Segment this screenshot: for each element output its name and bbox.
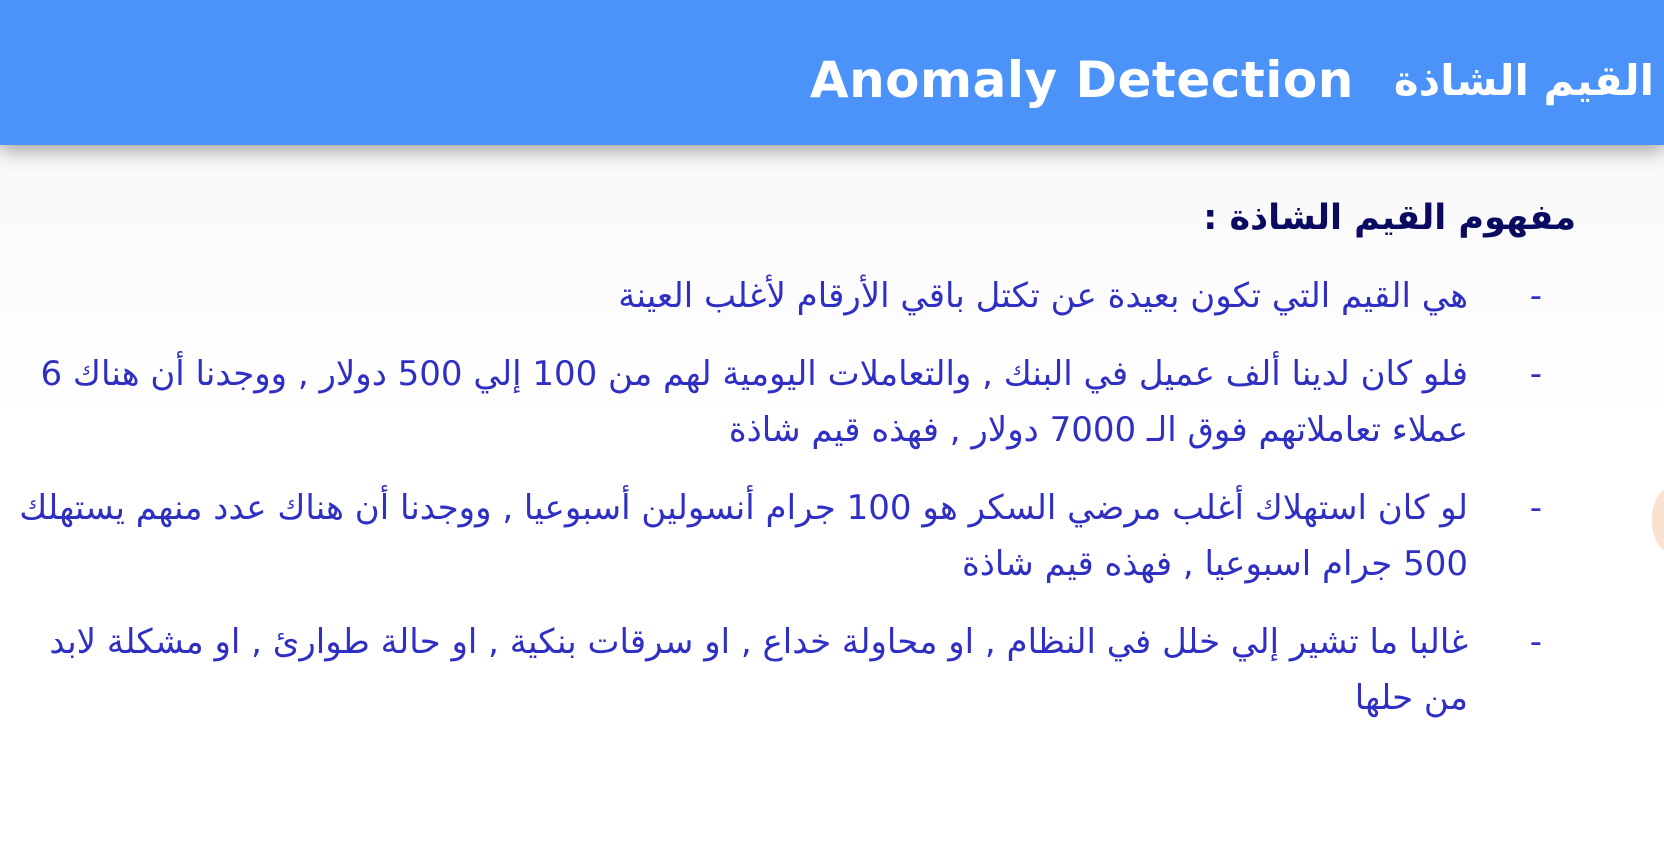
bullet-marker: - <box>1529 276 1542 316</box>
bullet-text: لو كان استهلاك أغلب مرضي السكر هو 100 جر… <box>19 488 1468 584</box>
title-arabic: القيم الشاذة <box>1393 55 1654 105</box>
title-english: Anomaly Detection <box>809 51 1354 109</box>
slide-title: Anomaly Detection القيم الشاذة <box>810 40 1654 120</box>
bullet-text: فلو كان لدينا ألف عميل في البنك , والتعا… <box>40 354 1468 450</box>
bullet-item: - هي القيم التي تكون بعيدة عن تكتل باقي … <box>14 268 1614 324</box>
slide-content: مفهوم القيم الشاذة : - هي القيم التي تكو… <box>14 190 1614 748</box>
bullet-list: - هي القيم التي تكون بعيدة عن تكتل باقي … <box>14 268 1614 726</box>
bullet-marker: - <box>1529 622 1542 662</box>
slide: Anomaly Detection القيم الشاذة مفهوم الق… <box>0 0 1664 844</box>
section-heading: مفهوم القيم الشاذة : <box>1203 198 1576 238</box>
bullet-marker: - <box>1529 354 1542 394</box>
bullet-item: - فلو كان لدينا ألف عميل في البنك , والت… <box>14 346 1614 458</box>
bullet-item: - لو كان استهلاك أغلب مرضي السكر هو 100 … <box>14 480 1614 592</box>
title-bar: Anomaly Detection القيم الشاذة <box>0 0 1664 145</box>
bullet-marker: - <box>1529 488 1542 528</box>
edge-decoration <box>1652 480 1664 560</box>
bullet-text: هي القيم التي تكون بعيدة عن تكتل باقي ال… <box>618 276 1468 316</box>
bullet-item: - غالبا ما تشير إلي خلل في النظام , او م… <box>14 614 1614 726</box>
bullet-text: غالبا ما تشير إلي خلل في النظام , او محا… <box>49 622 1468 718</box>
